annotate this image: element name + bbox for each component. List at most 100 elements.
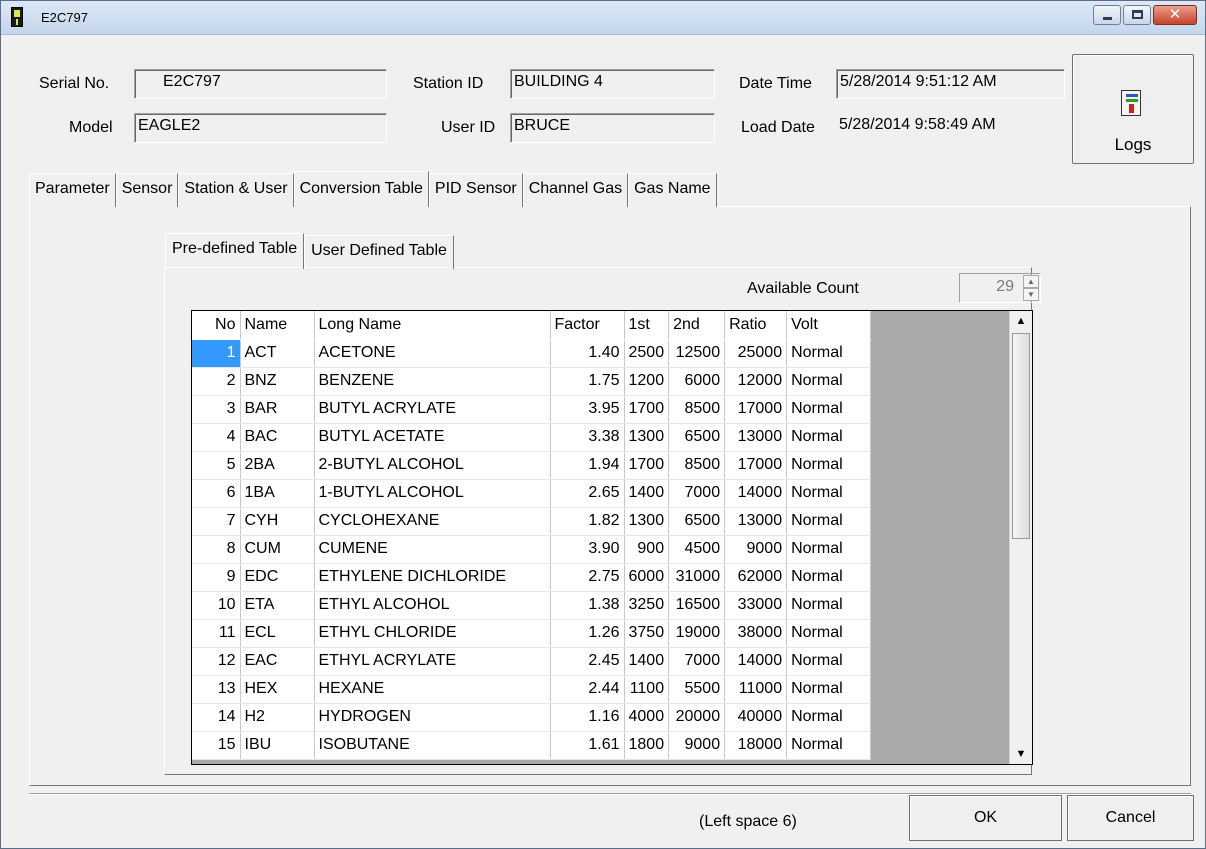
- table-cell[interactable]: 8500: [668, 395, 726, 424]
- table-row[interactable]: 7 CYH CYCLOHEXANE 1.82 1300 6500 13000 Normal: [192, 507, 872, 536]
- table-cell[interactable]: ISOBUTANE: [314, 731, 551, 760]
- conversion-grid[interactable]: No Name Long Name Factor 1st 2nd Ratio Volt 1 AC…: [191, 310, 1033, 765]
- table-cell[interactable]: 1.38: [550, 591, 625, 620]
- table-cell[interactable]: 62000: [724, 563, 788, 592]
- maximize-button[interactable]: [1123, 5, 1151, 25]
- column-header[interactable]: Name: [240, 311, 315, 340]
- table-cell[interactable]: 13000: [724, 507, 788, 536]
- table-cell[interactable]: 1400: [624, 647, 670, 676]
- table-cell[interactable]: 8: [192, 535, 241, 564]
- table-cell[interactable]: 11000: [724, 675, 788, 704]
- scroll-thumb[interactable]: [1012, 333, 1030, 539]
- table-cell[interactable]: 900: [624, 535, 670, 564]
- table-cell[interactable]: 14000: [724, 479, 788, 508]
- table-cell[interactable]: 5: [192, 451, 241, 480]
- table-cell[interactable]: 9000: [724, 535, 788, 564]
- table-cell[interactable]: 4: [192, 423, 241, 452]
- table-cell[interactable]: Normal: [786, 367, 872, 396]
- table-cell[interactable]: 9000: [668, 731, 726, 760]
- table-row[interactable]: 11 ECL ETHYL CHLORIDE 1.26 3750 19000 38000 Nor…: [192, 619, 872, 648]
- table-cell[interactable]: 3.95: [550, 395, 625, 424]
- column-header[interactable]: 1st: [624, 311, 670, 340]
- table-row[interactable]: 2 BNZ BENZENE 1.75 1200 6000 12000 Normal: [192, 367, 872, 396]
- table-cell[interactable]: 1.82: [550, 507, 625, 536]
- scroll-up-icon[interactable]: ▲: [1010, 311, 1032, 331]
- column-header[interactable]: Long Name: [314, 311, 551, 340]
- table-cell[interactable]: BUTYL ACETATE: [314, 423, 551, 452]
- tab-parameter[interactable]: Parameter: [29, 173, 116, 207]
- table-cell[interactable]: 2.44: [550, 675, 625, 704]
- spin-up-icon[interactable]: ▲: [1023, 275, 1039, 288]
- scroll-down-icon[interactable]: ▼: [1010, 744, 1032, 764]
- table-row[interactable]: 1 ACT ACETONE 1.40 2500 12500 25000 Normal: [192, 339, 872, 368]
- table-cell[interactable]: Normal: [786, 423, 872, 452]
- table-row[interactable]: 9 EDC ETHYLENE DICHLORIDE 2.75 6000 31000 6200…: [192, 563, 872, 592]
- table-cell[interactable]: CUM: [240, 535, 315, 564]
- table-cell[interactable]: Normal: [786, 451, 872, 480]
- tab-pid-sensor[interactable]: PID Sensor: [428, 173, 523, 207]
- table-cell[interactable]: Normal: [786, 563, 872, 592]
- table-cell[interactable]: Normal: [786, 591, 872, 620]
- logs-button[interactable]: Logs: [1072, 54, 1194, 164]
- table-cell[interactable]: 19000: [668, 619, 726, 648]
- table-row[interactable]: 13 HEX HEXANE 2.44 1100 5500 11000 Normal: [192, 675, 872, 704]
- table-row[interactable]: 8 CUM CUMENE 3.90 900 4500 9000 Normal: [192, 535, 872, 564]
- table-cell[interactable]: ECL: [240, 619, 315, 648]
- table-cell[interactable]: 38000: [724, 619, 788, 648]
- minimize-button[interactable]: [1093, 5, 1121, 25]
- table-cell[interactable]: 1700: [624, 395, 670, 424]
- tab-predefined-table[interactable]: Pre-defined Table: [165, 233, 305, 269]
- table-cell[interactable]: 40000: [724, 703, 788, 732]
- table-cell[interactable]: BAR: [240, 395, 315, 424]
- column-header[interactable]: Ratio: [724, 311, 788, 340]
- table-cell[interactable]: 18000: [724, 731, 788, 760]
- table-cell[interactable]: BNZ: [240, 367, 315, 396]
- table-row[interactable]: 3 BAR BUTYL ACRYLATE 3.95 1700 8500 17000 Norma…: [192, 395, 872, 424]
- table-cell[interactable]: BUTYL ACRYLATE: [314, 395, 551, 424]
- table-cell[interactable]: 3.90: [550, 535, 625, 564]
- table-cell[interactable]: Normal: [786, 731, 872, 760]
- table-cell[interactable]: ETHYL ALCOHOL: [314, 591, 551, 620]
- table-cell[interactable]: 14000: [724, 647, 788, 676]
- column-header[interactable]: Volt: [786, 311, 872, 340]
- table-cell[interactable]: 1.94: [550, 451, 625, 480]
- table-cell[interactable]: 3.38: [550, 423, 625, 452]
- table-cell[interactable]: 25000: [724, 339, 788, 368]
- tab-conversion-table[interactable]: Conversion Table: [293, 171, 429, 207]
- table-row[interactable]: 14 H2 HYDROGEN 1.16 4000 20000 40000 Normal: [192, 703, 872, 732]
- column-header[interactable]: 2nd: [668, 311, 726, 340]
- tab-station-user[interactable]: Station & User: [178, 173, 294, 207]
- table-cell[interactable]: CYCLOHEXANE: [314, 507, 551, 536]
- table-cell[interactable]: Normal: [786, 395, 872, 424]
- table-cell[interactable]: ACETONE: [314, 339, 551, 368]
- table-cell[interactable]: HEX: [240, 675, 315, 704]
- table-cell[interactable]: 2: [192, 367, 241, 396]
- table-cell[interactable]: 5500: [668, 675, 726, 704]
- table-cell[interactable]: 6: [192, 479, 241, 508]
- table-cell[interactable]: 6000: [668, 367, 726, 396]
- table-cell[interactable]: HEXANE: [314, 675, 551, 704]
- table-cell[interactable]: 1200: [624, 367, 670, 396]
- table-cell[interactable]: 1.40: [550, 339, 625, 368]
- table-cell[interactable]: 7000: [668, 647, 726, 676]
- table-cell[interactable]: 13000: [724, 423, 788, 452]
- vertical-scrollbar[interactable]: ▲ ▼: [1009, 311, 1032, 764]
- table-cell[interactable]: 1400: [624, 479, 670, 508]
- table-cell[interactable]: 1.16: [550, 703, 625, 732]
- table-cell[interactable]: 17000: [724, 395, 788, 424]
- table-cell[interactable]: Normal: [786, 619, 872, 648]
- table-cell[interactable]: 2.65: [550, 479, 625, 508]
- table-row[interactable]: 10 ETA ETHYL ALCOHOL 1.38 3250 16500 33000 Norm…: [192, 591, 872, 620]
- table-cell[interactable]: BAC: [240, 423, 315, 452]
- table-cell[interactable]: 4500: [668, 535, 726, 564]
- table-cell[interactable]: BENZENE: [314, 367, 551, 396]
- table-cell[interactable]: Normal: [786, 703, 872, 732]
- table-cell[interactable]: 9: [192, 563, 241, 592]
- table-cell[interactable]: 1-BUTYL ALCOHOL: [314, 479, 551, 508]
- table-row[interactable]: 5 2BA 2-BUTYL ALCOHOL 1.94 1700 8500 17000 Norm…: [192, 451, 872, 480]
- table-cell[interactable]: HYDROGEN: [314, 703, 551, 732]
- table-cell[interactable]: 7000: [668, 479, 726, 508]
- table-cell[interactable]: 6500: [668, 423, 726, 452]
- table-cell[interactable]: 15: [192, 731, 241, 760]
- table-cell[interactable]: Normal: [786, 507, 872, 536]
